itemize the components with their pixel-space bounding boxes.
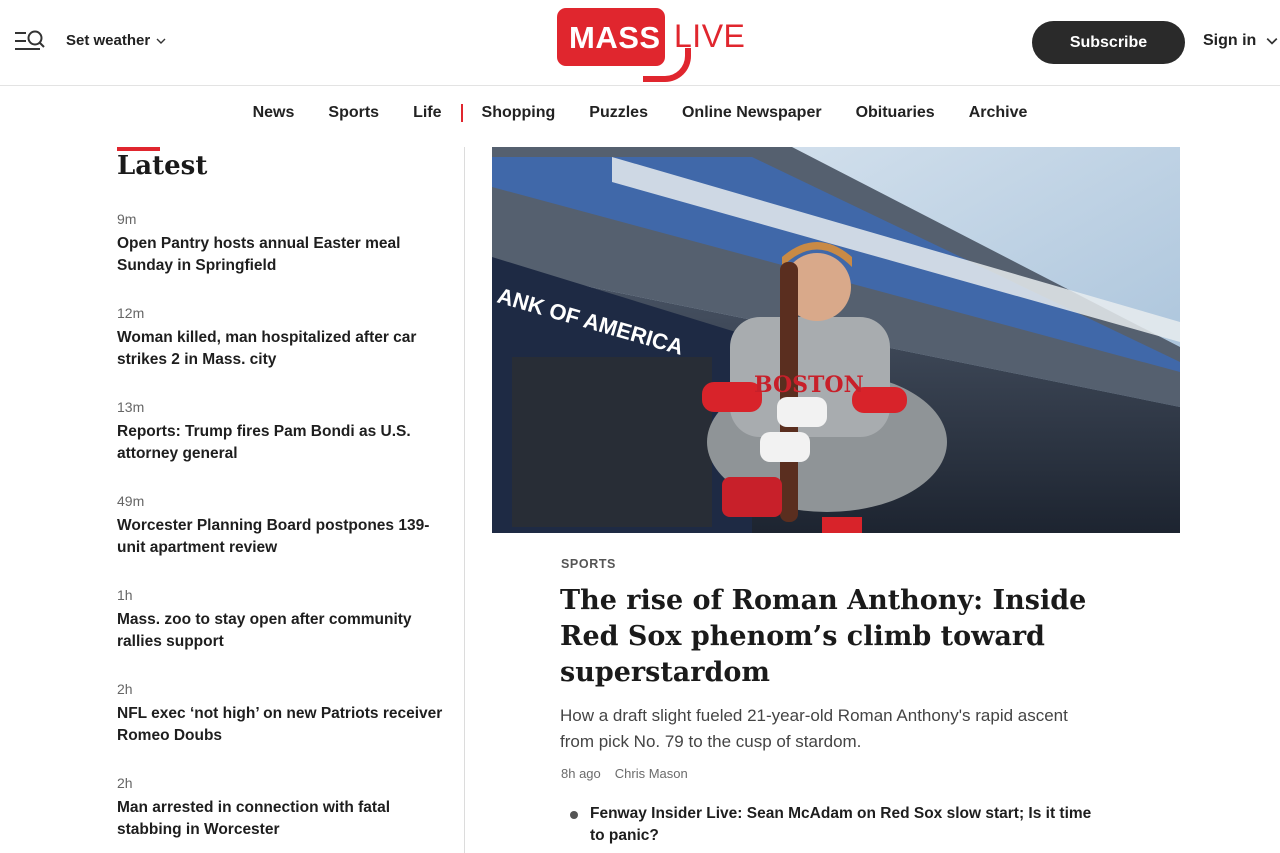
nav-item-news[interactable]: News xyxy=(236,104,312,122)
chevron-down-icon xyxy=(1266,38,1278,45)
subscribe-button[interactable]: Subscribe xyxy=(1032,21,1185,64)
list-item[interactable]: 2h NFL exec ‘not high’ on new Patriots r… xyxy=(117,680,447,774)
list-item[interactable]: 1h Mass. zoo to stay open after communit… xyxy=(117,586,447,680)
item-timestamp: 13m xyxy=(117,399,145,415)
sign-in-button[interactable]: Sign in xyxy=(1203,32,1278,50)
item-timestamp: 9m xyxy=(117,211,137,227)
list-item[interactable]: 49m Worcester Planning Board postpones 1… xyxy=(117,492,447,586)
menu-search-icon[interactable] xyxy=(14,28,46,56)
column-divider xyxy=(464,147,465,853)
jersey-text: BOSTON xyxy=(754,372,864,398)
list-item[interactable]: 13m Reports: Trump fires Pam Bondi as U.… xyxy=(117,398,447,492)
chevron-down-icon xyxy=(156,38,166,44)
nav-item-sports[interactable]: Sports xyxy=(311,104,396,122)
logo-mass-text: MASS xyxy=(569,20,661,55)
latest-list: 9m Open Pantry hosts annual Easter meal … xyxy=(117,210,447,853)
nav-item-obituaries[interactable]: Obituaries xyxy=(839,104,952,122)
nav-item-puzzles[interactable]: Puzzles xyxy=(572,104,665,122)
nav-item-online-newspaper[interactable]: Online Newspaper xyxy=(665,104,839,122)
nav-item-shopping[interactable]: Shopping xyxy=(465,104,573,122)
bullet-icon xyxy=(570,811,578,819)
list-item[interactable]: 2h Man arrested in connection with fatal… xyxy=(117,774,447,853)
related-link-text[interactable]: Fenway Insider Live: Sean McAdam on Red … xyxy=(590,803,1110,846)
list-item[interactable]: 12m Woman killed, man hospitalized after… xyxy=(117,304,447,398)
baseball-player-photo: ANK OF AMERICA BOSTON xyxy=(492,147,1180,533)
masslive-logo[interactable]: MASS LIVE xyxy=(557,8,746,82)
article-author[interactable]: Chris Mason xyxy=(615,766,688,781)
logo-live-text: LIVE xyxy=(674,18,746,54)
item-timestamp: 49m xyxy=(117,493,145,509)
article-meta: 8h ago Chris Mason xyxy=(561,766,688,781)
item-headline[interactable]: Mass. zoo to stay open after community r… xyxy=(117,609,447,652)
item-timestamp: 2h xyxy=(117,775,133,791)
item-headline[interactable]: Woman killed, man hospitalized after car… xyxy=(117,327,447,370)
latest-heading: Latest xyxy=(117,151,208,181)
article-dek: How a draft slight fueled 21-year-old Ro… xyxy=(560,706,1068,751)
site-header: Set weather MASS LIVE Subscribe Sign in xyxy=(0,0,1280,86)
nav-separator xyxy=(460,104,463,122)
article-timestamp: 8h ago xyxy=(561,766,601,781)
item-headline[interactable]: Man arrested in connection with fatal st… xyxy=(117,797,447,840)
section-nav: News Sports Life Shopping Puzzles Online… xyxy=(0,100,1280,126)
item-timestamp: 12m xyxy=(117,305,145,321)
sign-in-label: Sign in xyxy=(1203,32,1257,49)
article-headline[interactable]: The rise of Roman Anthony: Inside Red So… xyxy=(560,583,1120,691)
item-headline[interactable]: NFL exec ‘not high’ on new Patriots rece… xyxy=(117,703,447,746)
related-link[interactable]: Fenway Insider Live: Sean McAdam on Red … xyxy=(570,803,1110,846)
item-headline[interactable]: Reports: Trump fires Pam Bondi as U.S. a… xyxy=(117,421,447,464)
set-weather-label: Set weather xyxy=(66,32,151,49)
item-headline[interactable]: Worcester Planning Board postpones 139-u… xyxy=(117,515,447,558)
nav-item-life[interactable]: Life xyxy=(396,104,458,122)
list-item[interactable]: 9m Open Pantry hosts annual Easter meal … xyxy=(117,210,447,304)
nav-item-archive[interactable]: Archive xyxy=(952,104,1045,122)
article-section-label[interactable]: SPORTS xyxy=(561,557,616,571)
item-headline[interactable]: Open Pantry hosts annual Easter meal Sun… xyxy=(117,233,447,276)
set-weather-button[interactable]: Set weather xyxy=(66,32,166,49)
feature-photo[interactable]: ANK OF AMERICA BOSTON xyxy=(492,147,1180,533)
item-timestamp: 1h xyxy=(117,587,133,603)
item-timestamp: 2h xyxy=(117,681,133,697)
